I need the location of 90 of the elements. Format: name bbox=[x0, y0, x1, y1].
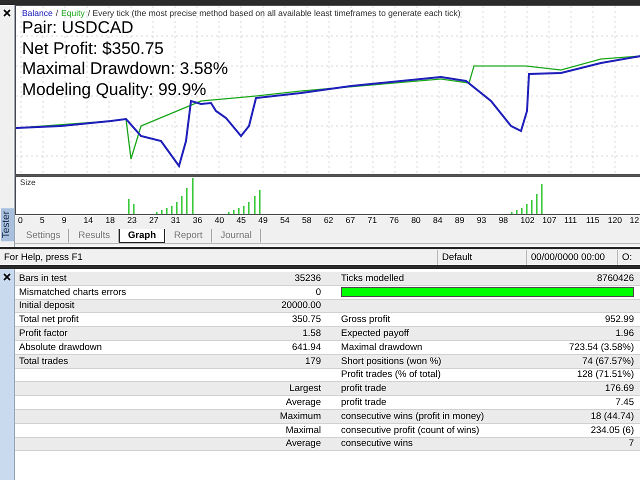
report-label: consecutive wins bbox=[341, 438, 414, 450]
legend-label: Balance bbox=[22, 8, 53, 18]
report-value: 8760426 bbox=[597, 272, 634, 284]
axis-label: 58 bbox=[302, 215, 312, 227]
report-value: 35236 bbox=[294, 272, 321, 284]
status-bar-text: For Help, press F1 bbox=[3, 251, 84, 265]
legend-label: / Every tick (the most precise method based on all available least timeframes to generate each tick) bbox=[88, 8, 460, 18]
axis-label: 71 bbox=[368, 215, 378, 227]
tab[interactable]: Journal bbox=[212, 229, 261, 243]
report-value: 0 bbox=[316, 286, 321, 298]
report-value: 1.96 bbox=[616, 328, 634, 340]
stat-overlay-text: Pair: USDCAD bbox=[22, 18, 134, 38]
report-label: Profit factor bbox=[19, 328, 69, 340]
report-label: Average bbox=[284, 438, 321, 450]
axis-label: 62 bbox=[324, 215, 334, 227]
report-label: Profit trades (% of total) bbox=[341, 369, 442, 380]
axis-label: 80 bbox=[411, 215, 422, 227]
axis-label: 49 bbox=[258, 215, 269, 227]
report-label: Maximum bbox=[278, 410, 321, 422]
report-label: Mismatched charts errors bbox=[19, 286, 128, 298]
close-icon[interactable] bbox=[3, 9, 11, 17]
report-value: 7.45 bbox=[616, 397, 634, 408]
report-label: Initial deposit bbox=[19, 300, 76, 312]
report-value: 723.54 (3.58%) bbox=[569, 342, 634, 353]
report-value: 641.94 bbox=[292, 342, 321, 353]
report-label: Expected payoff bbox=[341, 328, 410, 340]
status-bar-text: 00/00/0000 00:00 bbox=[526, 250, 617, 265]
axis-label: 102 bbox=[520, 215, 536, 227]
legend-label: / bbox=[56, 8, 58, 18]
axis-label: 67 bbox=[346, 215, 356, 227]
tester-panel-label: Tester bbox=[0, 208, 14, 241]
report-value: 179 bbox=[305, 356, 321, 367]
histogram-label: Size bbox=[20, 178, 36, 187]
stat-overlay-text: Net Profit: $350.75 bbox=[22, 38, 165, 59]
axis-label: 89 bbox=[454, 215, 466, 227]
report-label: Short positions (won %) bbox=[341, 356, 442, 367]
report-label: Total net profit bbox=[19, 314, 80, 326]
tab[interactable]: Graph bbox=[119, 229, 165, 243]
axis-label: 98 bbox=[498, 215, 510, 227]
report-label: Maximal bbox=[284, 424, 321, 436]
report-value: 176.69 bbox=[604, 383, 634, 394]
axis-label: 14 bbox=[84, 215, 94, 227]
report-label: Ticks modelled bbox=[341, 272, 406, 284]
report-label: Maximal drawdown bbox=[341, 342, 424, 353]
axis-label: 115 bbox=[586, 215, 600, 227]
axis-label: 40 bbox=[214, 215, 226, 227]
axis-label: 36 bbox=[192, 215, 204, 227]
axis-label: 45 bbox=[236, 215, 247, 227]
stat-overlay-text: Modeling Quality: 99.9% bbox=[22, 80, 208, 100]
report-value: 1.58 bbox=[302, 328, 321, 340]
report-value: 952.99 bbox=[604, 314, 634, 326]
axis-label: 107 bbox=[542, 215, 558, 227]
axis-label: 23 bbox=[127, 215, 138, 227]
report-value: 18 (44.74) bbox=[590, 410, 634, 422]
axis-label: 84 bbox=[433, 215, 444, 227]
axis-label: 12 bbox=[630, 215, 640, 227]
report-label: Total trades bbox=[19, 356, 70, 367]
close-icon[interactable] bbox=[3, 273, 11, 281]
report-value: 234.05 (6) bbox=[590, 424, 634, 436]
report-label: profit trade bbox=[341, 397, 388, 408]
report-value: 7 bbox=[628, 438, 634, 450]
report-label: Largest bbox=[288, 383, 321, 394]
stat-overlay-text: Maximal Drawdown: 3.58% bbox=[22, 59, 229, 80]
axis-label: 120 bbox=[608, 215, 623, 227]
report-value: 20000.00 bbox=[281, 300, 321, 312]
axis-label: 93 bbox=[476, 215, 488, 227]
report-label: profit trade bbox=[341, 383, 388, 394]
legend-label: Equity bbox=[61, 8, 85, 18]
report-label: consecutive wins (profit in money) bbox=[341, 410, 486, 422]
report-value: 128 (71.51%) bbox=[576, 369, 634, 380]
status-bar-text: Default bbox=[437, 250, 526, 265]
axis-label: 0 bbox=[18, 215, 24, 227]
axis-label: 27 bbox=[149, 215, 160, 227]
report-label: Absolute drawdown bbox=[19, 342, 103, 353]
axis-label: 111 bbox=[564, 215, 578, 227]
axis-label: 31 bbox=[170, 215, 182, 227]
axis-label: 9 bbox=[62, 215, 68, 227]
axis-label: 5 bbox=[40, 215, 46, 227]
report-label: consecutive profit (count of wins) bbox=[341, 424, 480, 436]
axis-label: 18 bbox=[105, 215, 116, 227]
axis-label: 76 bbox=[389, 215, 400, 227]
report-value: 350.75 bbox=[292, 314, 321, 326]
tab[interactable]: Settings bbox=[17, 229, 70, 243]
report-label: Average bbox=[284, 397, 321, 408]
report-label: Gross profit bbox=[341, 314, 392, 326]
status-bar-text: O: bbox=[617, 250, 640, 265]
report-value: 74 (67.57%) bbox=[582, 356, 634, 367]
tab[interactable]: Report bbox=[165, 229, 212, 243]
report-label: Bars in test bbox=[19, 272, 68, 284]
axis-label: 54 bbox=[280, 215, 291, 227]
